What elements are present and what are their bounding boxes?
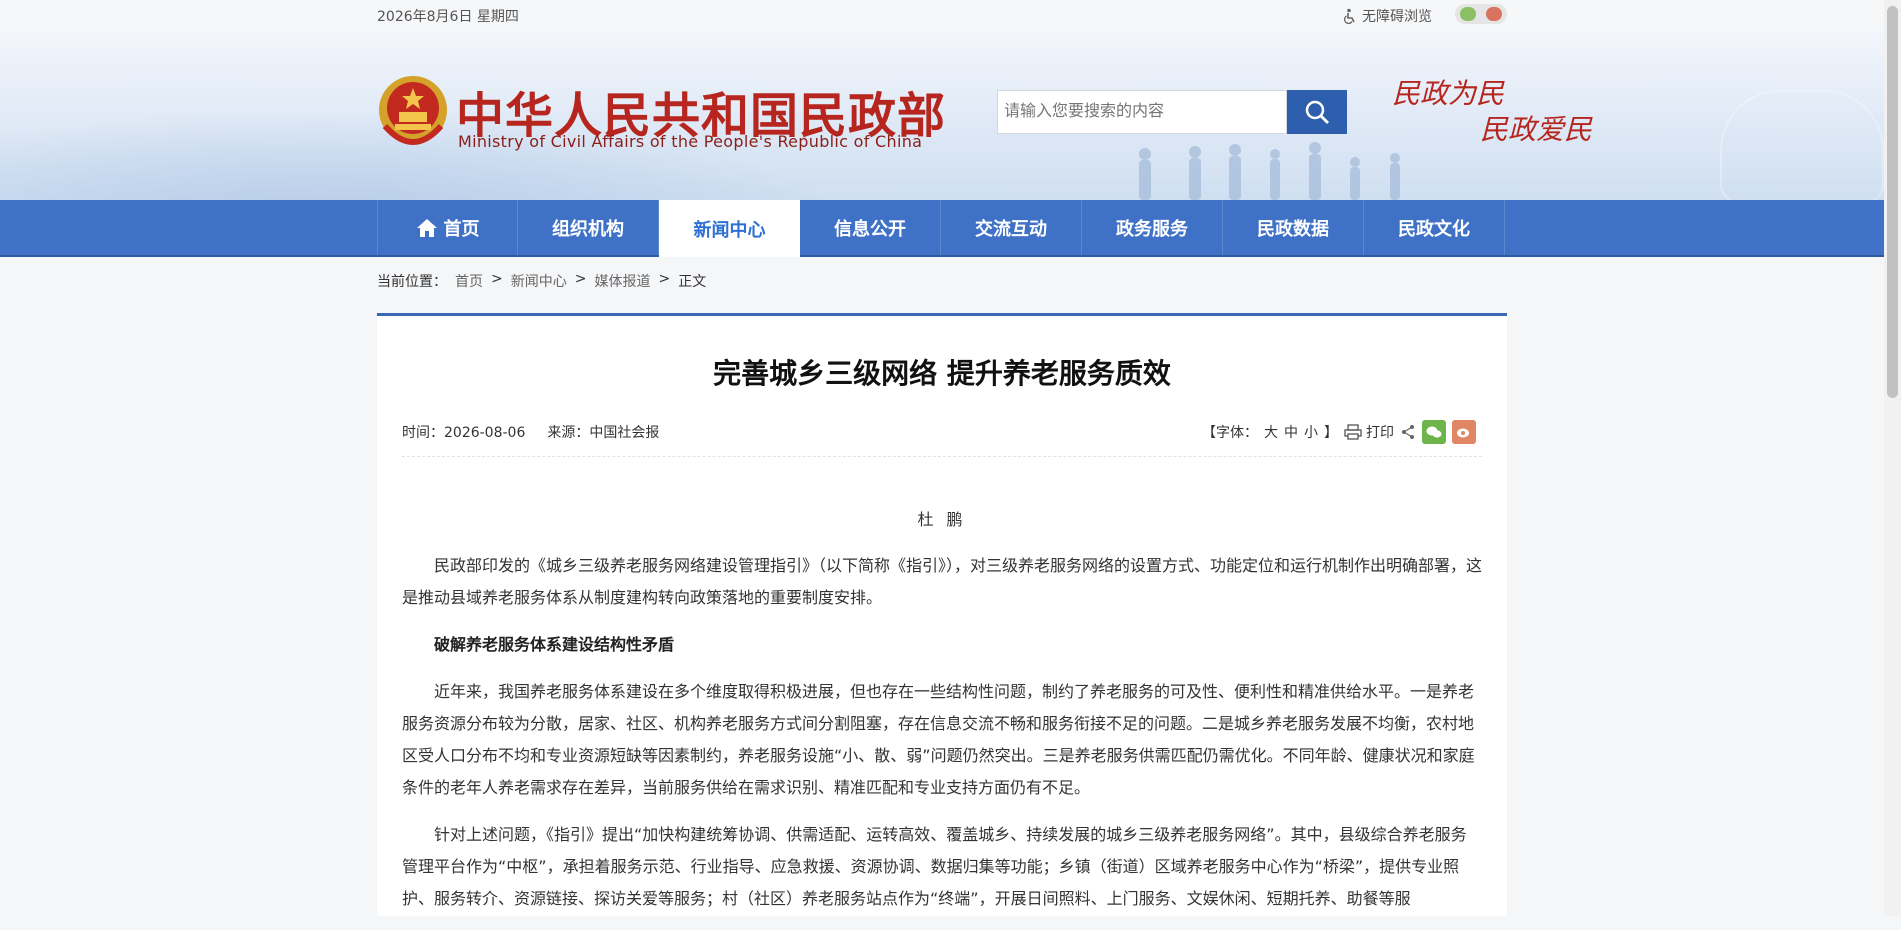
font-size-large[interactable]: 大 [1264, 422, 1278, 442]
print-label: 打印 [1366, 425, 1394, 441]
breadcrumb-news[interactable]: 新闻中心 [511, 271, 567, 291]
article-time: 时间：2026-08-06 [402, 425, 526, 441]
nav-label: 信息公开 [834, 218, 906, 240]
nav-item-data[interactable]: 民政数据 [1223, 200, 1364, 255]
article-source: 来源：中国社会报 [547, 425, 660, 441]
article-body: 民政部印发的《城乡三级养老服务网络建设管理指引》（以下简称《指引》），对三级养老… [402, 550, 1482, 930]
site-title-en: Ministry of Civil Affairs of the People'… [458, 132, 923, 151]
font-size-label-close: 】 [1324, 425, 1338, 441]
search-input[interactable] [997, 90, 1287, 134]
article: 完善城乡三级网络 提升养老服务质效 时间：2026-08-06 来源：中国社会报… [377, 316, 1507, 916]
accessibility-label: 无障碍浏览 [1362, 9, 1432, 25]
font-size-small[interactable]: 小 [1304, 422, 1318, 442]
nav-item-culture[interactable]: 民政文化 [1364, 200, 1505, 255]
slogan-line-2: 民政爱民 [1480, 113, 1593, 146]
article-meta: 时间：2026-08-06 来源：中国社会报 [402, 422, 659, 442]
scrollbar-thumb[interactable] [1887, 6, 1898, 398]
nav-item-organization[interactable]: 组织机构 [518, 200, 659, 255]
accessibility-link[interactable]: 无障碍浏览 [1342, 6, 1432, 26]
nav-label: 组织机构 [552, 218, 624, 240]
nav-label: 交流互动 [975, 218, 1047, 240]
accessibility-icon [1344, 8, 1355, 24]
breadcrumb: 当前位置： 首页 > 新闻中心 > 媒体报道 > 正文 [377, 271, 706, 291]
nav-item-services[interactable]: 政务服务 [1082, 200, 1223, 255]
meta-divider [402, 456, 1482, 457]
section-heading: 破解养老服务体系建设结构性矛盾 [434, 635, 675, 654]
font-size-label: 【字体： [1202, 425, 1258, 441]
nav-item-info-disclosure[interactable]: 信息公开 [800, 200, 941, 255]
wechat-share-icon[interactable] [1422, 420, 1446, 444]
breadcrumb-separator: > [574, 271, 587, 287]
article-author: 杜 鹏 [917, 510, 967, 529]
main-nav: 首页 组织机构 新闻中心 信息公开 交流互动 政务服务 民政数据 民政文化 [0, 200, 1884, 257]
nav-label: 首页 [443, 218, 480, 240]
nav-label: 民政数据 [1257, 218, 1329, 240]
home-icon [416, 218, 437, 237]
breadcrumb-media[interactable]: 媒体报道 [594, 271, 650, 291]
weibo-share-icon[interactable] [1452, 420, 1476, 444]
paragraph: 近年来，我国养老服务体系建设在多个维度取得积极进展，但也存在一些结构性问题，制约… [402, 682, 1475, 797]
page-scrollbar[interactable] [1884, 0, 1901, 916]
paragraph: 民政部印发的《城乡三级养老服务网络建设管理指引》（以下简称《指引》），对三级养老… [402, 556, 1483, 607]
print-icon [1344, 424, 1362, 440]
nav-label: 民政文化 [1398, 218, 1470, 240]
site-header: 中华人民共和国民政部 Ministry of Civil Affairs of … [0, 30, 1884, 200]
wechat-icon[interactable] [1460, 7, 1476, 21]
article-title: 完善城乡三级网络 提升养老服务质效 [713, 357, 1171, 390]
slogan: 民政为民 民政爱民 [1392, 76, 1592, 148]
print-button[interactable]: 打印 [1344, 422, 1394, 442]
paragraph: 针对上述问题，《指引》提出“加快构建统筹协调、供需适配、运转高效、覆盖城乡、持续… [402, 825, 1467, 908]
heart-decoration [1720, 90, 1884, 200]
social-links-mini [1455, 4, 1507, 24]
top-bar: 2026年8月6日 星期四 无障碍浏览 [0, 0, 1884, 30]
current-date: 2026年8月6日 星期四 [377, 9, 519, 25]
nav-item-news[interactable]: 新闻中心 [659, 200, 800, 257]
national-emblem-icon [379, 76, 447, 145]
breadcrumb-separator: > [491, 271, 503, 287]
nav-label: 新闻中心 [693, 219, 766, 241]
search-button[interactable] [1287, 90, 1347, 134]
people-silhouettes [1139, 142, 1400, 200]
weibo-icon[interactable] [1486, 7, 1502, 21]
breadcrumb-home[interactable]: 首页 [455, 271, 483, 291]
nav-item-home[interactable]: 首页 [377, 200, 518, 255]
nav-item-interaction[interactable]: 交流互动 [941, 200, 1082, 255]
nav-label: 政务服务 [1116, 218, 1188, 240]
breadcrumb-current: 正文 [678, 274, 707, 290]
breadcrumb-separator: > [658, 271, 671, 287]
font-size-medium[interactable]: 中 [1284, 422, 1298, 442]
article-tools: 【字体： 大 中 小 】 打印 [1202, 420, 1476, 444]
search-icon [1305, 100, 1329, 124]
breadcrumb-label: 当前位置： [377, 274, 447, 290]
slogan-line-1: 民政为民 [1392, 77, 1505, 110]
share-icon[interactable] [1400, 424, 1416, 440]
